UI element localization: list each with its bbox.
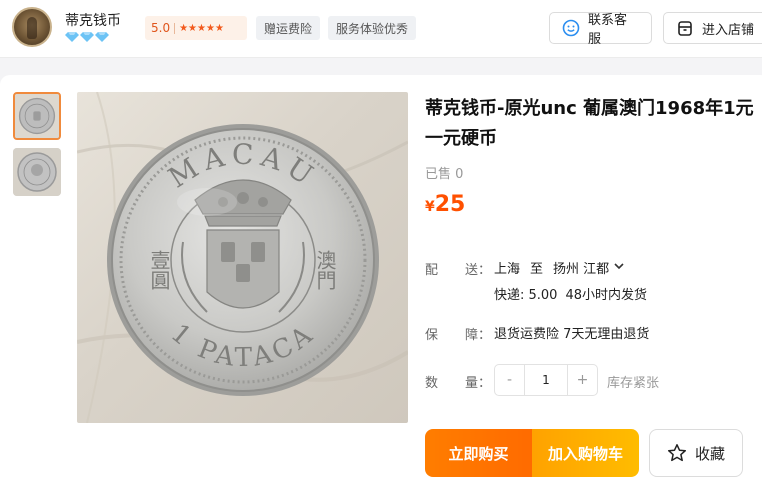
enter-store-button[interactable]: 进入店铺 xyxy=(663,12,762,44)
ship-from: 上海 xyxy=(494,262,521,277)
tag-service-excellent: 服务体验优秀 xyxy=(328,16,417,40)
coin-right-chars: 澳門 xyxy=(313,250,337,290)
tag-shipping-insurance: 赠运费险 xyxy=(256,16,321,40)
chevron-down-icon xyxy=(613,260,625,276)
shop-rating: 5.0 ★★★★★ xyxy=(145,16,247,40)
ship-destination: 扬州 江都 xyxy=(553,262,610,277)
product-title: 蒂克钱币-原光unc 葡属澳门1968年1元一元硬币 xyxy=(425,98,754,149)
stock-status: 库存紧张 xyxy=(607,376,660,391)
chat-smile-icon xyxy=(562,19,580,37)
favorite-label: 收藏 xyxy=(694,444,725,463)
favorite-button[interactable]: 收藏 xyxy=(649,429,743,477)
coin-left-chars: 壹圓 xyxy=(147,250,171,290)
shop-header: 蒂克钱币 5.0 ★★★★★ 赠运费险 服务体验优秀 联系客服 进入店铺 xyxy=(0,0,762,58)
guarantee-label: 保障： xyxy=(425,328,492,343)
quantity-stepper: - 1 + xyxy=(494,364,598,396)
ship-destination-selector[interactable]: 扬州 江都 xyxy=(553,258,625,277)
quantity-label: 数量： xyxy=(425,376,492,391)
rating-score: 5.0 xyxy=(151,21,171,35)
quantity-plus-button[interactable]: + xyxy=(568,365,597,395)
purchase-buttons: 立即购买 加入购物车 xyxy=(425,429,639,477)
product-main-image[interactable]: MACAU 1 PATACA 壹圓 澳門 xyxy=(77,92,408,423)
shop-name[interactable]: 蒂克钱币 xyxy=(65,10,121,30)
dispatch-time: 48小时内发货 xyxy=(565,288,648,303)
diamond-icon xyxy=(80,32,94,42)
shop-avatar[interactable] xyxy=(12,7,52,47)
thumbnail-obverse[interactable] xyxy=(13,92,61,140)
rating-stars: ★★★★★ xyxy=(179,22,224,34)
rating-divider xyxy=(174,22,176,34)
price-currency: ¥ xyxy=(425,199,435,215)
contact-service-button[interactable]: 联系客服 xyxy=(549,12,652,47)
shipping-detail: 快递: 5.00 48小时内发货 xyxy=(494,284,647,303)
diamond-icon xyxy=(65,32,79,42)
diamond-icon xyxy=(95,32,109,42)
contact-service-label: 联系客服 xyxy=(588,13,628,47)
quantity-input[interactable]: 1 xyxy=(524,365,568,395)
enter-store-label: 进入店铺 xyxy=(702,22,755,38)
price-amount: 25 xyxy=(434,192,466,217)
star-outline-icon xyxy=(667,443,687,463)
guarantee-text[interactable]: 退货运费险 7天无理由退货 xyxy=(494,323,649,342)
thumbnail-reverse[interactable] xyxy=(13,148,61,196)
sold-count: 已售 0 xyxy=(425,167,464,182)
price: ¥25 xyxy=(425,192,465,217)
ship-to-word: 至 xyxy=(530,262,544,277)
buy-now-button[interactable]: 立即购买 xyxy=(425,429,532,477)
shipping-label: 配送： xyxy=(425,263,492,278)
store-icon xyxy=(676,19,694,37)
express-fee: 快递: 5.00 xyxy=(494,288,558,303)
shop-level-badges xyxy=(65,32,109,42)
quantity-minus-button[interactable]: - xyxy=(495,365,524,395)
shipping-route: 上海 至 扬州 江都 xyxy=(494,258,625,277)
add-to-cart-button[interactable]: 加入购物车 xyxy=(532,429,639,477)
